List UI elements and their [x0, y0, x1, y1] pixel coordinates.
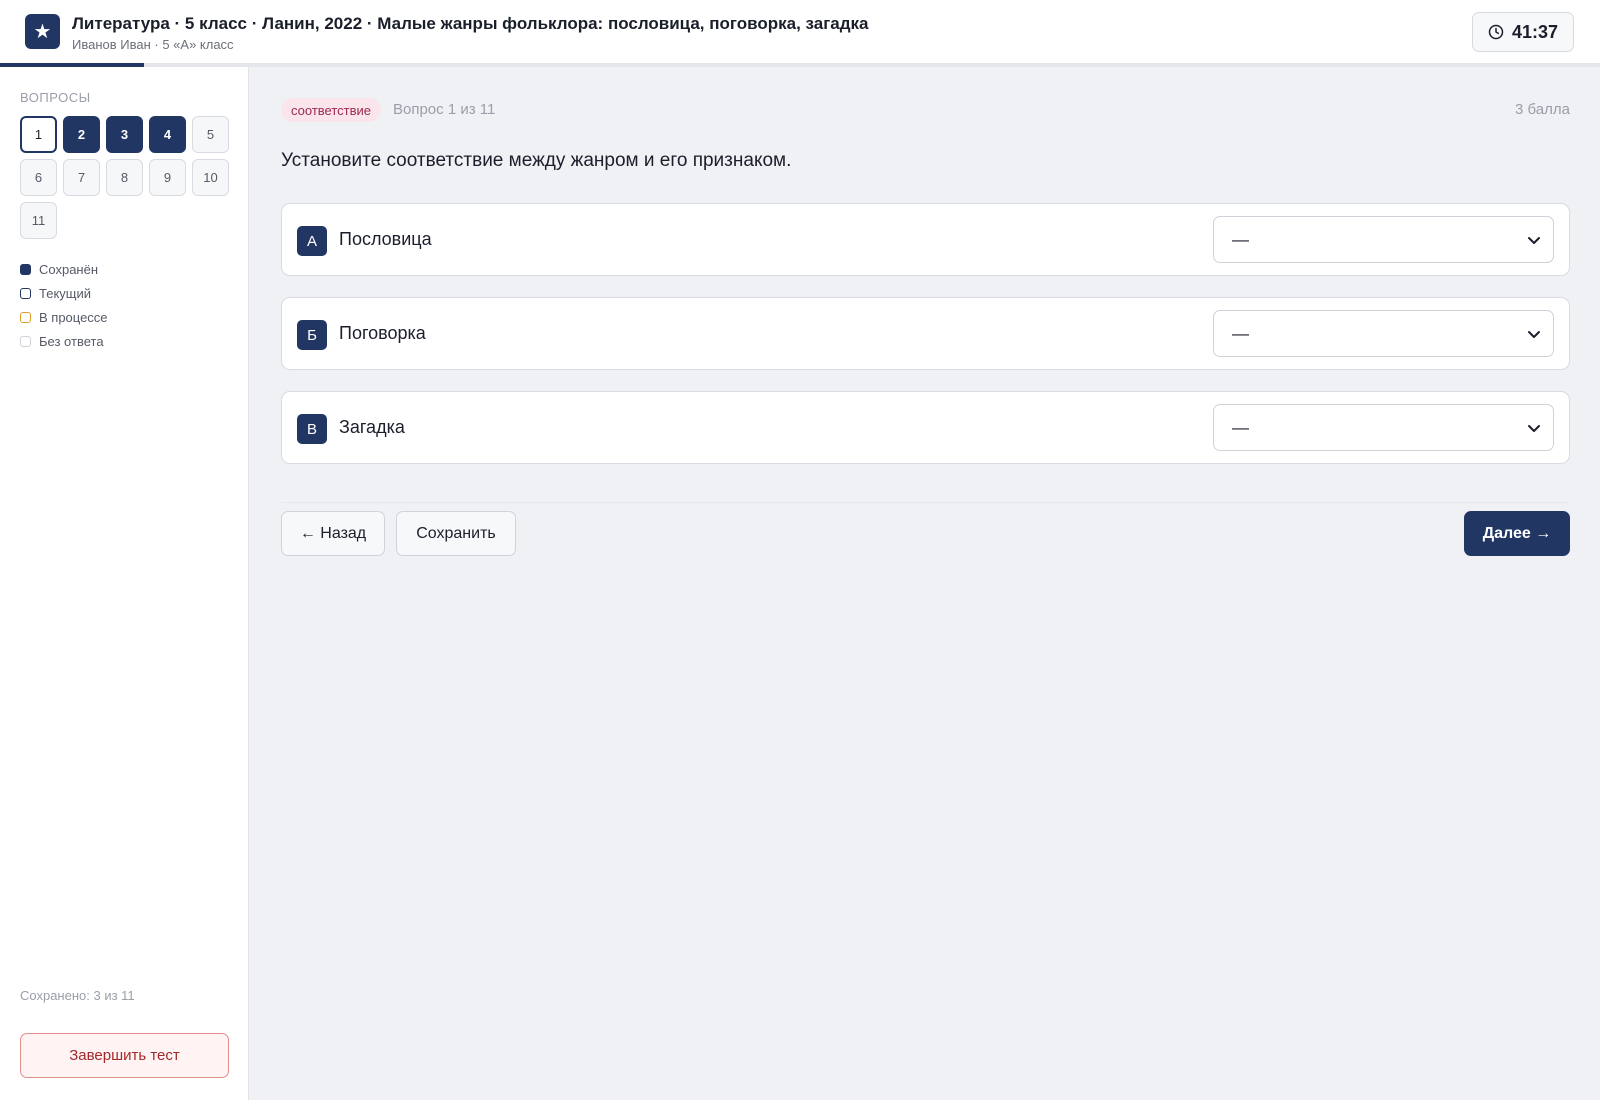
- question-nav-button[interactable]: 8: [106, 159, 143, 196]
- question-text: Установите соответствие между жанром и е…: [281, 150, 792, 171]
- legend-item: Сохранён: [20, 257, 108, 281]
- match-select[interactable]: —: [1213, 310, 1554, 357]
- legend-label: Сохранён: [39, 261, 99, 277]
- save-button[interactable]: Сохранить: [396, 511, 516, 556]
- question-nav-button[interactable]: 1: [20, 116, 57, 153]
- selected-value: —: [1232, 230, 1249, 249]
- match-select[interactable]: —: [1213, 404, 1554, 451]
- back-button[interactable]: ← Назад: [281, 511, 385, 556]
- star-logo-icon: ★: [25, 14, 60, 49]
- chevron-down-icon: [1527, 327, 1541, 346]
- question-nav-button[interactable]: 6: [20, 159, 57, 196]
- question-type-badge: соответствие: [281, 98, 381, 122]
- legend-label: Без ответа: [39, 333, 104, 349]
- legend-swatch-saved: [20, 263, 31, 275]
- question-grid: 1 2 3 4 5 6 7 8 9 10 11: [20, 116, 232, 239]
- legend-item: В процессе: [20, 305, 108, 329]
- chevron-down-icon: [1527, 421, 1541, 440]
- legend-swatch-progress: [20, 311, 31, 323]
- question-nav-button[interactable]: 4: [149, 116, 186, 153]
- question-nav-button[interactable]: 5: [192, 116, 229, 153]
- question-nav-button[interactable]: 3: [106, 116, 143, 153]
- selected-value: —: [1232, 324, 1249, 343]
- question-nav-button[interactable]: 9: [149, 159, 186, 196]
- clock-icon: [1488, 24, 1504, 40]
- status-legend: Сохранён Текущий В процессе Без ответа: [20, 257, 108, 353]
- legend-label: В процессе: [39, 309, 108, 325]
- finish-test-button[interactable]: Завершить тест: [20, 1033, 229, 1078]
- question-nav-button[interactable]: 11: [20, 202, 57, 239]
- match-row: А Пословица —: [281, 203, 1570, 276]
- timer: 41:37: [1472, 12, 1574, 52]
- match-row: В Загадка —: [281, 391, 1570, 464]
- legend-swatch-current: [20, 287, 31, 299]
- saved-count: Сохранено: 3 из 11: [20, 988, 135, 1003]
- legend-label: Текущий: [39, 285, 91, 301]
- question-nav-button[interactable]: 7: [63, 159, 100, 196]
- row-label: Загадка: [339, 417, 405, 437]
- legend-item: Без ответа: [20, 329, 108, 353]
- legend-item: Текущий: [20, 281, 108, 305]
- selected-value: —: [1232, 418, 1249, 437]
- test-title: Литература · 5 класс · Ланин, 2022 · Мал…: [72, 14, 869, 33]
- timer-value: 41:37: [1511, 21, 1559, 42]
- row-label: Пословица: [339, 229, 432, 249]
- match-select[interactable]: —: [1213, 216, 1554, 263]
- question-nav-button[interactable]: 10: [192, 159, 229, 196]
- row-letter-badge: Б: [297, 320, 327, 350]
- question-counter: Вопрос 1 из 11: [393, 101, 496, 118]
- student-info: Иванов Иван · 5 «А» класс: [72, 37, 234, 52]
- question-points: 3 балла: [1515, 101, 1570, 118]
- question-nav-button[interactable]: 2: [63, 116, 100, 153]
- match-row: Б Поговорка —: [281, 297, 1570, 370]
- row-letter-badge: А: [297, 226, 327, 256]
- chevron-down-icon: [1527, 233, 1541, 252]
- app-header: ★ Литература · 5 класс · Ланин, 2022 · М…: [0, 0, 1600, 64]
- row-label: Поговорка: [339, 323, 426, 343]
- row-letter-badge: В: [297, 414, 327, 444]
- divider: [281, 502, 1570, 503]
- questions-heading: ВОПРОСЫ: [20, 90, 91, 105]
- question-sidebar: ВОПРОСЫ 1 2 3 4 5 6 7 8 9 10 11 Сохранён Текущий В п…: [0, 67, 249, 1100]
- legend-swatch-none: [20, 335, 31, 347]
- next-button[interactable]: Далее →: [1464, 511, 1570, 556]
